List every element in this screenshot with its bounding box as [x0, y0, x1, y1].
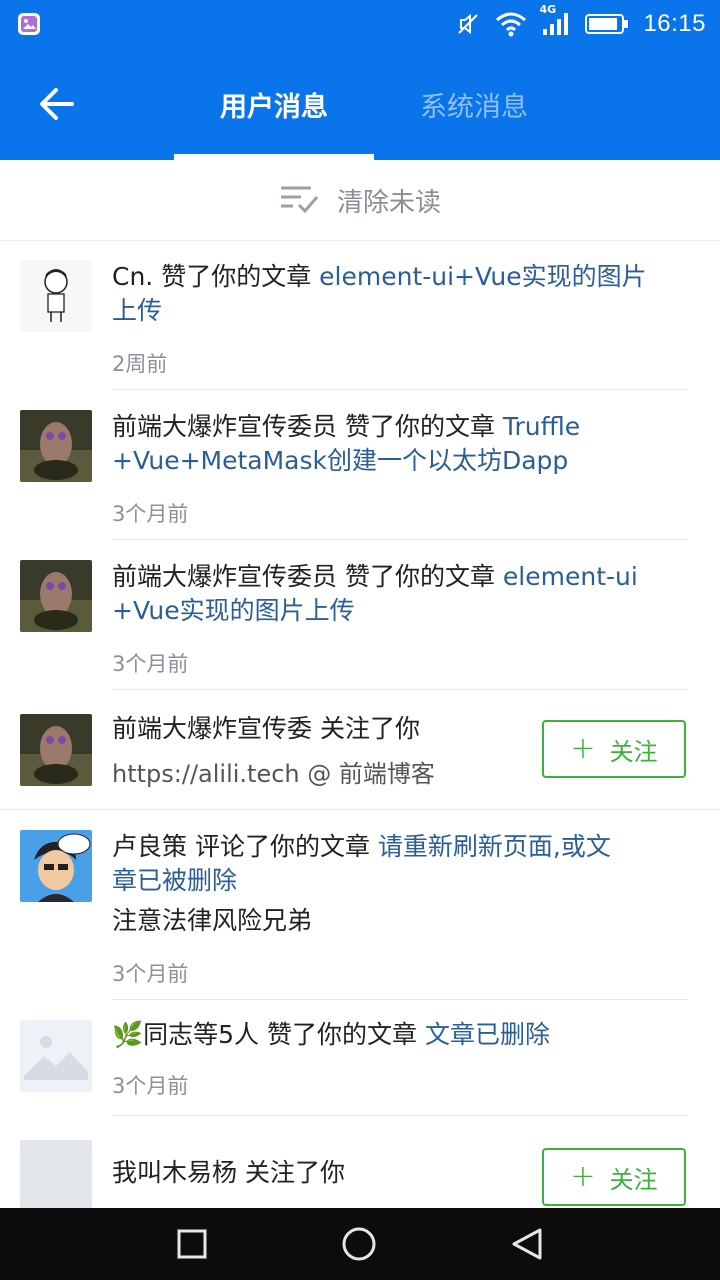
username[interactable]: Cn.: [112, 262, 153, 291]
plus-icon: +: [570, 1159, 596, 1194]
timestamp: 2周前: [112, 352, 168, 376]
home-icon[interactable]: [340, 1225, 378, 1263]
avatar-placeholder[interactable]: [20, 1020, 92, 1092]
list-item[interactable]: 前端大爆炸宣传委 关注了你 https://alili.tech @ 前端博客 …: [0, 690, 720, 810]
username[interactable]: 前端大爆炸宣传委员: [112, 562, 337, 591]
tab-user-messages[interactable]: 用户消息: [174, 48, 374, 160]
message-text: 前端大爆炸宣传委 关注了你: [112, 714, 420, 743]
recent-apps-icon[interactable]: [176, 1228, 208, 1260]
back-icon[interactable]: [510, 1227, 544, 1261]
clear-unread-label: 清除未读: [336, 187, 441, 218]
avatar[interactable]: [20, 830, 92, 902]
list-item[interactable]: 🌿同志等5人 赞了你的文章 文章已删除 3个月前: [0, 1000, 720, 1116]
back-arrow-icon[interactable]: [36, 86, 76, 122]
username[interactable]: 🌿同志等5人: [112, 1020, 259, 1049]
username[interactable]: 我叫木易杨: [112, 1158, 237, 1187]
app-header: 用户消息 系统消息: [0, 48, 720, 160]
article-link[interactable]: element-ui+Vue实现的图片: [319, 262, 646, 291]
follow-button[interactable]: + 关注: [542, 1148, 686, 1206]
comment-text: 注意法律风险兄弟: [112, 906, 313, 935]
article-link[interactable]: 文章已删除: [425, 1020, 550, 1049]
gallery-icon: [18, 13, 40, 35]
message-text: 卢良策 评论了你的文章 请重新刷新页面,或文: [112, 832, 611, 861]
article-link[interactable]: 请重新刷新页面,或文: [378, 832, 611, 861]
message-text: 我叫木易杨 关注了你: [112, 1158, 345, 1187]
article-link[interactable]: +Vue+MetaMask创建一个以太坊Dapp: [112, 444, 688, 478]
username[interactable]: 卢良策: [112, 832, 187, 861]
timestamp: 3个月前: [112, 1074, 189, 1098]
username[interactable]: 前端大爆炸宣传委员: [112, 412, 337, 441]
timestamp: 3个月前: [112, 652, 189, 676]
tab-system-messages[interactable]: 系统消息: [374, 48, 574, 160]
list-item[interactable]: 前端大爆炸宣传委员 赞了你的文章 element-ui +Vue实现的图片上传 …: [0, 540, 720, 690]
avatar[interactable]: [20, 260, 92, 332]
list-item[interactable]: 我叫木易杨 关注了你 + 关注: [0, 1116, 720, 1212]
message-text: Cn. 赞了你的文章 element-ui+Vue实现的图片: [112, 262, 647, 291]
article-link[interactable]: 上传: [112, 294, 688, 328]
avatar[interactable]: [20, 410, 92, 482]
list-item[interactable]: 前端大爆炸宣传委员 赞了你的文章 Truffle +Vue+MetaMask创建…: [0, 390, 720, 540]
signal-icon: 4G: [539, 3, 571, 37]
mark-read-icon: [279, 183, 319, 217]
list-item[interactable]: 卢良策 评论了你的文章 请重新刷新页面,或文 章已被删除 注意法律风险兄弟 3个…: [0, 810, 720, 1000]
network-type: 4G: [539, 3, 557, 16]
article-link[interactable]: +Vue实现的图片上传: [112, 594, 688, 628]
follow-button[interactable]: + 关注: [542, 720, 686, 778]
clock: 16:15: [643, 10, 706, 37]
article-link[interactable]: element-ui: [503, 562, 638, 591]
article-link[interactable]: 章已被删除: [112, 864, 688, 898]
status-bar: 4G 16:15: [0, 0, 720, 48]
message-text: 前端大爆炸宣传委员 赞了你的文章 element-ui: [112, 562, 638, 591]
message-text: 前端大爆炸宣传委员 赞了你的文章 Truffle: [112, 412, 581, 441]
avatar[interactable]: [20, 560, 92, 632]
list-item[interactable]: Cn. 赞了你的文章 element-ui+Vue实现的图片 上传 2周前: [0, 240, 720, 390]
clear-unread-button[interactable]: 清除未读: [0, 160, 720, 241]
battery-icon: [585, 12, 629, 36]
user-bio: https://alili.tech @ 前端博客: [112, 760, 435, 788]
timestamp: 3个月前: [112, 962, 189, 986]
mute-icon: [455, 11, 481, 37]
plus-icon: +: [570, 731, 596, 766]
system-nav-bar: [0, 1208, 720, 1280]
avatar-placeholder[interactable]: [20, 1140, 92, 1212]
message-text: 🌿同志等5人 赞了你的文章 文章已删除: [112, 1020, 550, 1049]
article-link[interactable]: Truffle: [503, 412, 580, 441]
username[interactable]: 前端大爆炸宣传委: [112, 714, 312, 743]
avatar[interactable]: [20, 714, 92, 786]
timestamp: 3个月前: [112, 502, 189, 526]
wifi-icon: [495, 11, 527, 37]
